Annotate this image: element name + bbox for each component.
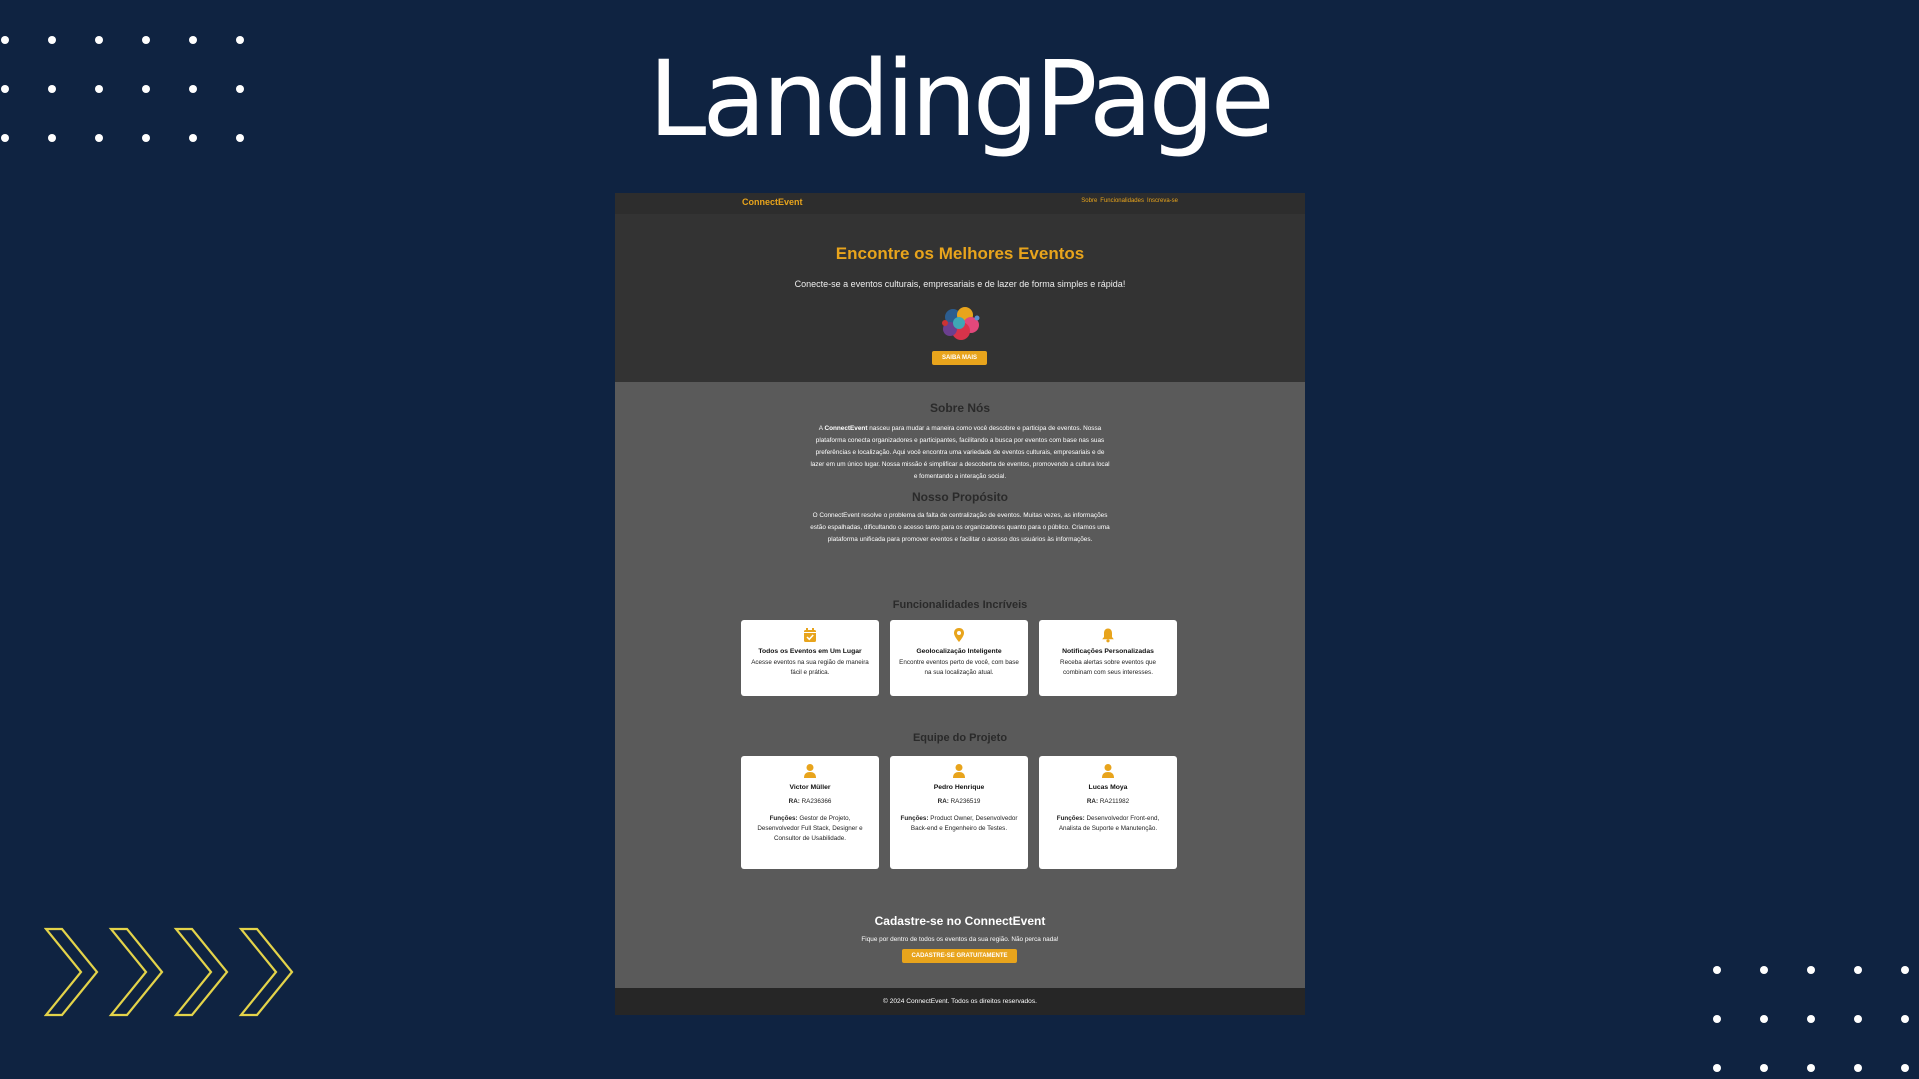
feature-title: Geolocalização Inteligente (916, 648, 1002, 655)
nav-link-funcionalidades[interactable]: Funcionalidades (1100, 198, 1144, 204)
purpose-paragraph: O ConnectEvent resolve o problema da fal… (810, 512, 1110, 543)
user-icon (741, 763, 879, 779)
about-section: Sobre Nós A ConnectEvent nasceu para mud… (615, 401, 1305, 483)
member-name: Victor Müller (789, 784, 831, 791)
nav-link-inscreva-se[interactable]: Inscreva-se (1147, 198, 1178, 204)
hero-section: Encontre os Melhores Eventos Conecte-se … (615, 214, 1305, 382)
nav-link-sobre[interactable]: Sobre (1081, 198, 1097, 204)
member-name: Pedro Henrique (933, 784, 985, 791)
nav-links: Sobre Funcionalidades Inscreva-se (1081, 198, 1178, 204)
about-text: nasceu para mudar a maneira como você de… (810, 425, 1110, 480)
feature-title: Notificações Personalizadas (1062, 648, 1154, 655)
hero-subtitle: Conecte-se a eventos culturais, empresar… (794, 279, 1126, 289)
dot-grid-decoration (1713, 966, 1919, 1072)
feature-card: Geolocalização Inteligente Encontre even… (890, 620, 1028, 696)
slide-title: LandingPage (648, 38, 1274, 160)
member-roles: Funções: Product Owner, Desenvolvedor Ba… (900, 815, 1018, 832)
colorful-people-cluster-logo-icon (942, 307, 980, 340)
member-roles: Funções: Desenvolvedor Front-end, Analis… (1056, 815, 1160, 832)
signup-free-button[interactable]: CADASTRE-SE GRATUITAMENTE (902, 949, 1017, 963)
cta-title: Cadastre-se no ConnectEvent (874, 914, 1046, 928)
features-title: Funcionalidades Incríveis (892, 599, 1028, 611)
team-title: Equipe do Projeto (912, 732, 1008, 744)
member-ra: RA: RA236519 (937, 798, 981, 805)
feature-text: Receba alertas sobre eventos que combina… (1060, 659, 1156, 676)
purpose-section: Nosso Propósito O ConnectEvent resolve o… (615, 490, 1305, 546)
feature-text: Encontre eventos perto de você, com base… (899, 659, 1019, 676)
cta-subtitle: Fique por dentro de todos os eventos da … (861, 936, 1059, 943)
member-name: Lucas Moya (1088, 784, 1128, 791)
site-navbar: ConnectEvent Sobre Funcionalidades Inscr… (615, 193, 1305, 214)
user-icon (1039, 763, 1177, 779)
purpose-title: Nosso Propósito (911, 490, 1008, 504)
team-cards: Victor Müller RA: RA236366 Funções: Gest… (741, 756, 1177, 869)
features-cards: Todos os Eventos em Um Lugar Acesse even… (741, 620, 1177, 696)
team-member-card: Lucas Moya RA: RA211982 Funções: Desenvo… (1039, 756, 1177, 869)
member-roles: Funções: Gestor de Projeto, Desenvolvedo… (757, 815, 863, 842)
user-icon (890, 763, 1028, 779)
feature-title: Todos os Eventos em Um Lugar (758, 648, 862, 655)
chevrons-decoration (44, 927, 294, 1017)
team-member-card: Victor Müller RA: RA236366 Funções: Gest… (741, 756, 879, 869)
about-paragraph: A ConnectEvent nasceu para mudar a manei… (810, 425, 1110, 480)
member-ra: RA: RA211982 (1086, 798, 1130, 805)
saiba-mais-button[interactable]: SAIBA MAIS (932, 351, 987, 365)
feature-text: Acesse eventos na sua região de maneira … (751, 659, 869, 676)
calendar-check-icon (741, 627, 879, 643)
about-title: Sobre Nós (929, 401, 990, 415)
brand-logo-text[interactable]: ConnectEvent (742, 197, 803, 207)
about-brand-bold: ConnectEvent (824, 425, 868, 432)
map-pin-icon (890, 627, 1028, 643)
team-member-card: Pedro Henrique RA: RA236519 Funções: Pro… (890, 756, 1028, 869)
site-footer: © 2024 ConnectEvent. Todos os direitos r… (615, 988, 1305, 1015)
feature-card: Notificações Personalizadas Receba alert… (1039, 620, 1177, 696)
bell-icon (1039, 627, 1177, 643)
hero-title: Encontre os Melhores Eventos (835, 244, 1085, 263)
feature-card: Todos os Eventos em Um Lugar Acesse even… (741, 620, 879, 696)
landing-page-screenshot: ConnectEvent Sobre Funcionalidades Inscr… (615, 193, 1305, 1015)
member-ra: RA: RA236366 (788, 798, 832, 805)
